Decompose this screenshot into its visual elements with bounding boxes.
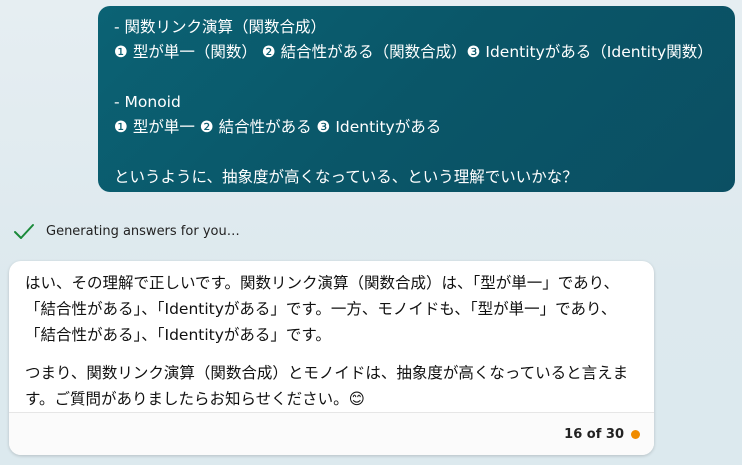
user-message-line: - Monoid — [114, 93, 181, 111]
user-message-line: - 関数リンク演算（関数合成） — [114, 18, 327, 36]
answer-paragraph: はい、その理解で正しいです。関数リンク演算（関数合成）は、「型が単一」であり、「… — [25, 274, 619, 344]
answer-footer: 16 of 30 — [9, 412, 654, 455]
user-message-line — [114, 65, 719, 90]
check-icon — [14, 224, 34, 239]
answer-card: はい、その理解で正しいです。関数リンク演算（関数合成）は、「型が単一」であり、「… — [9, 261, 654, 455]
user-message-line: というように、抽象度が高くなっている、という理解でいいかな？ — [114, 168, 578, 186]
user-message-line — [114, 140, 719, 165]
user-message-line: ❶ 型が単一（関数） ❷ 結合性がある（関数合成）❸ Identityがある（I… — [114, 43, 713, 61]
response-counter: 16 of 30 — [564, 426, 624, 442]
user-message-bubble: - 関数リンク演算（関数合成） ❶ 型が単一（関数） ❷ 結合性がある（関数合成… — [98, 6, 735, 192]
answer-paragraph: つまり、関数リンク演算（関数合成）とモノイドは、抽象度が高くなっていると言えます… — [25, 364, 629, 408]
status-dot-icon — [631, 429, 640, 439]
user-message-line: ❶ 型が単一 ❷ 結合性がある ❸ Identityがある — [114, 118, 442, 136]
generation-status: Generating answers for you… — [12, 219, 240, 243]
answer-body: はい、その理解で正しいです。関数リンク演算（関数合成）は、「型が単一」であり、「… — [9, 261, 654, 412]
status-text: Generating answers for you… — [46, 223, 240, 239]
